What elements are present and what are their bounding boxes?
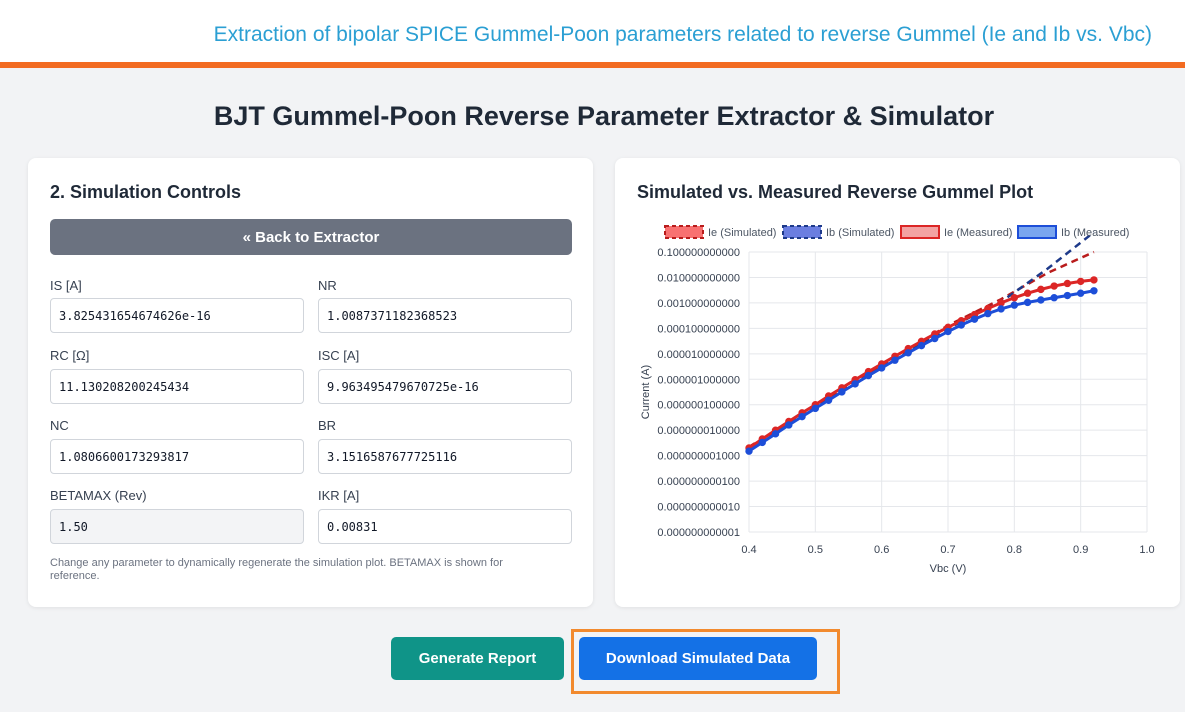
br-input[interactable]: 3.1516587677725116: [318, 439, 572, 474]
y-tick-label: 0.000001000000: [657, 374, 740, 386]
gummel-plot-card: Simulated vs. Measured Reverse Gummel Pl…: [615, 158, 1180, 607]
data-point: [1037, 296, 1045, 304]
data-point: [1023, 289, 1032, 297]
series-line-2: [748, 278, 1095, 450]
banner-title: Extraction of bipolar SPICE Gummel-Poon …: [213, 23, 1152, 46]
data-point: [785, 421, 793, 429]
data-point: [1063, 279, 1072, 288]
y-tick-label: 0.000000001000: [657, 451, 740, 463]
legend-swatch: [664, 225, 704, 239]
data-point: [1037, 285, 1045, 294]
ikr-input[interactable]: 0.00831: [318, 509, 572, 544]
data-point: [944, 327, 952, 336]
data-point: [997, 299, 1005, 307]
betamax-label: BETAMAX (Rev): [50, 488, 147, 503]
parameter-note: Change any parameter to dynamically rege…: [50, 557, 503, 582]
x-tick-label: 0.4: [741, 544, 756, 556]
isc-label: ISC [A]: [318, 348, 360, 363]
data-point: [1050, 282, 1058, 290]
back-to-extractor-button[interactable]: « Back to Extractor: [50, 219, 572, 255]
legend-label: Ib (Simulated): [826, 227, 894, 239]
is-input[interactable]: 3.825431654674626e-16: [50, 298, 304, 333]
x-tick-label: 1.0: [1139, 544, 1154, 556]
data-point: [1090, 287, 1098, 295]
data-point: [798, 412, 806, 421]
y-tick-label: 0.000000000001: [657, 527, 740, 539]
ikr-label: IKR [A]: [318, 488, 360, 503]
legend-swatch: [782, 225, 822, 239]
data-point: [838, 388, 846, 396]
data-point: [997, 305, 1005, 313]
y-tick-label: 0.000100000000: [657, 323, 740, 335]
download-simulated-data-button[interactable]: Download Simulated Data: [579, 637, 817, 680]
nr-label: NR: [318, 278, 337, 293]
x-axis-title: Vbc (V): [930, 563, 967, 575]
x-tick-label: 0.9: [1073, 544, 1088, 556]
legend-label: Ie (Simulated): [708, 227, 776, 239]
br-label: BR: [318, 418, 337, 433]
data-point: [1010, 301, 1019, 309]
x-tick-label: 0.8: [1007, 544, 1022, 556]
data-point: [1076, 289, 1085, 297]
y-tick-label: 0.000000010000: [657, 425, 740, 437]
top-banner: Extraction of bipolar SPICE Gummel-Poon …: [0, 0, 1185, 68]
data-point: [864, 371, 873, 380]
data-point: [877, 364, 886, 372]
legend-label: Ib (Measured): [1061, 227, 1129, 239]
nc-label: NC: [50, 418, 69, 433]
simulation-controls-heading: 2. Simulation Controls: [50, 182, 242, 202]
y-tick-label: 0.000000100000: [657, 400, 740, 412]
y-axis-title: Current (A): [640, 365, 652, 419]
nr-input[interactable]: 1.0087371182368523: [318, 298, 572, 333]
data-point: [851, 380, 859, 388]
isc-input[interactable]: 9.963495479670725e-16: [318, 369, 572, 404]
data-point: [1023, 298, 1032, 307]
generate-report-button[interactable]: Generate Report: [391, 637, 564, 680]
data-point: [904, 349, 912, 357]
data-point: [1050, 294, 1058, 302]
data-point: [970, 315, 979, 323]
data-point: [891, 356, 899, 364]
y-tick-label: 0.000010000000: [657, 349, 740, 361]
legend-swatch: [1017, 225, 1057, 239]
legend-label: Ie (Measured): [944, 227, 1012, 239]
data-point: [1076, 277, 1085, 286]
x-tick-label: 0.7: [940, 544, 955, 556]
data-point: [917, 341, 926, 350]
nc-input[interactable]: 1.0806600173293817: [50, 439, 304, 474]
rc-input[interactable]: 11.130208200245434: [50, 369, 304, 404]
betamax-input: 1.50: [50, 509, 304, 544]
data-point: [931, 334, 939, 343]
data-point: [824, 396, 833, 404]
y-tick-label: 0.001000000000: [657, 298, 740, 310]
data-point: [1090, 276, 1098, 284]
legend-swatch: [900, 225, 940, 239]
data-point: [1010, 294, 1019, 302]
y-tick-label: 0.010000000000: [657, 272, 740, 284]
x-tick-label: 0.6: [874, 544, 889, 556]
data-point: [1063, 291, 1072, 300]
y-tick-label: 0.000000000010: [657, 502, 740, 514]
data-point: [745, 447, 753, 455]
gummel-chart: 0.100000000000 0.010000000000 0.0010000000…: [640, 225, 1155, 575]
data-point: [758, 438, 766, 447]
data-point: [771, 430, 780, 438]
data-point: [984, 309, 992, 318]
y-tick-label: 0.000000000100: [657, 476, 740, 488]
data-point: [811, 404, 820, 413]
x-tick-label: 0.5: [808, 544, 823, 556]
page-title: BJT Gummel-Poon Reverse Parameter Extrac…: [213, 101, 995, 131]
series-line-3: [748, 289, 1095, 453]
y-tick-label: 0.100000000000: [657, 247, 740, 259]
is-label: IS [A]: [50, 278, 82, 293]
data-point: [957, 321, 965, 329]
simulation-controls-card: 2. Simulation Controls « Back to Extract…: [28, 158, 593, 607]
rc-label: RC [Ω]: [50, 348, 90, 363]
